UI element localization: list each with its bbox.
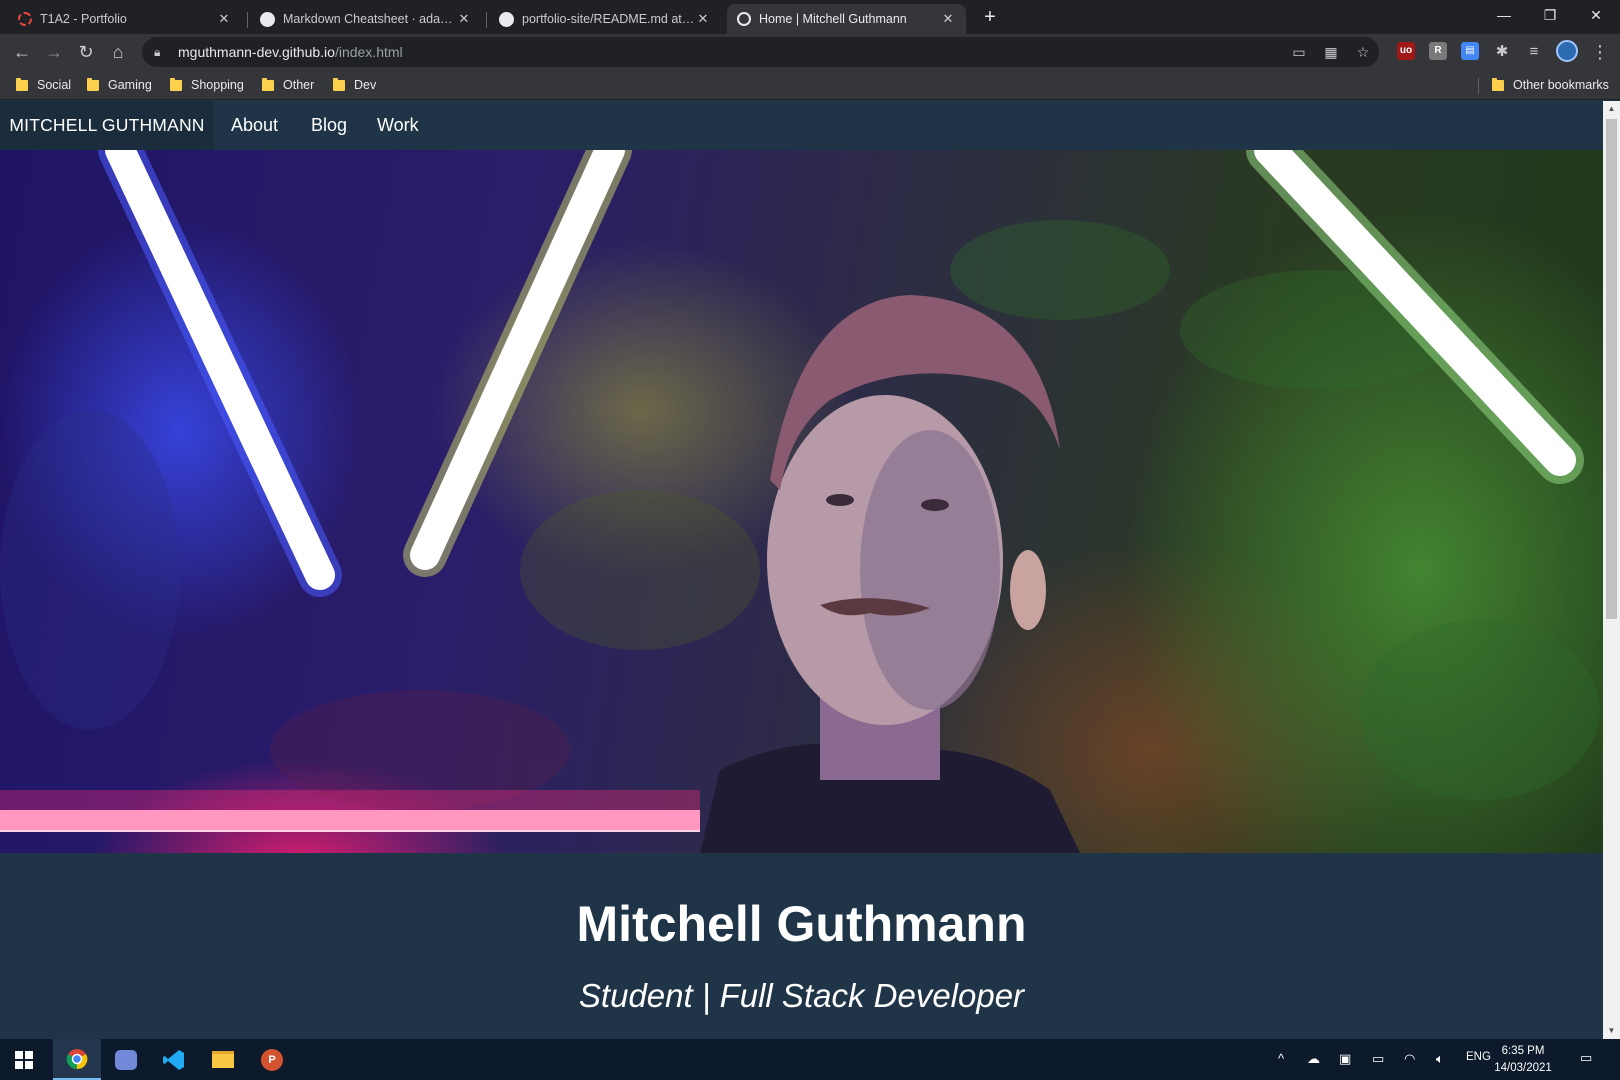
tab-t1a2-portfolio[interactable]: T1A2 - Portfolio ✕	[8, 4, 242, 34]
folder-icon	[16, 77, 28, 91]
tab-title: Home | Mitchell Guthmann	[759, 12, 907, 26]
url-host: mguthmann-dev.github.io	[178, 44, 335, 60]
tab-title: Markdown Cheatsheet · adam-p/	[283, 12, 456, 26]
extensions-puzzle-icon[interactable]: ✱	[1488, 40, 1516, 64]
window-close-button[interactable]: ✕	[1573, 0, 1619, 30]
nav-link-work[interactable]: Work	[377, 101, 419, 150]
powerpoint-icon[interactable]: P	[248, 1039, 296, 1080]
bookmarks-bar: Social Gaming Shopping Other Dev Other b…	[0, 70, 1620, 100]
browser-toolbar: ← → ↻ ⌂ 🔒︎ mguthmann-dev.github.io/index…	[0, 34, 1620, 70]
url-path: /index.html	[334, 44, 403, 60]
notification-center-icon[interactable]: ▭	[1580, 1050, 1592, 1066]
folder-icon	[333, 77, 345, 91]
scroll-thumb[interactable]	[1606, 119, 1617, 619]
reload-icon[interactable]: ↻	[72, 40, 100, 64]
folder-icon	[1492, 77, 1504, 91]
bookmark-folder-dev[interactable]: Dev	[333, 76, 376, 94]
bookmark-label: Other	[283, 78, 315, 92]
home-icon[interactable]: ⌂	[104, 40, 132, 64]
bookmark-label: Gaming	[108, 78, 152, 92]
bookmark-folder-shopping[interactable]: Shopping	[170, 76, 244, 94]
loading-spinner-icon	[18, 12, 32, 26]
tab-separator	[247, 12, 248, 28]
tab-readme[interactable]: portfolio-site/README.md at ma ✕	[489, 4, 721, 34]
scroll-down-arrow-icon[interactable]: ▼	[1603, 1023, 1620, 1039]
extension-icon[interactable]: R	[1429, 42, 1447, 60]
tab-separator	[486, 12, 487, 28]
page-subtitle: Student | Full Stack Developer	[578, 977, 1025, 1014]
chrome-icon[interactable]	[53, 1039, 101, 1080]
bookmark-label: Dev	[354, 78, 377, 92]
folder-icon	[170, 77, 182, 91]
back-arrow-icon[interactable]: ←	[8, 40, 36, 64]
intro-section: Mitchell Guthmann Student | Full Stack D…	[0, 853, 1603, 1039]
wifi-icon[interactable]: ◠	[1404, 1051, 1415, 1067]
minimize-button[interactable]: —	[1481, 0, 1527, 30]
tab-home-active[interactable]: Home | Mitchell Guthmann ✕	[727, 4, 966, 34]
nav-link-blog[interactable]: Blog	[311, 101, 347, 150]
system-clock[interactable]: 6:35 PM 14/03/2021	[1488, 1043, 1558, 1077]
color-picker-extension-icon[interactable]: ▤	[1461, 42, 1479, 60]
page-title: Mitchell Guthmann	[576, 896, 1027, 952]
bookmark-label: Shopping	[191, 78, 244, 92]
close-icon[interactable]: ✕	[695, 11, 711, 27]
tab-title: portfolio-site/README.md at ma	[522, 12, 695, 26]
tab-strip: T1A2 - Portfolio ✕ Markdown Cheatsheet ·…	[0, 0, 1620, 34]
folder-icon	[87, 77, 99, 91]
new-tab-button[interactable]: +	[976, 4, 1004, 32]
volume-icon[interactable]: 🔈︎	[1436, 1051, 1444, 1067]
restore-button[interactable]: ❐	[1527, 0, 1573, 30]
bookmark-label: Other bookmarks	[1513, 78, 1609, 92]
other-bookmarks-folder[interactable]: Other bookmarks	[1492, 76, 1609, 94]
bookmark-star-icon[interactable]: ☆	[1352, 43, 1374, 61]
tab-title: T1A2 - Portfolio	[40, 12, 127, 26]
nav-link-about[interactable]: About	[231, 101, 278, 150]
scroll-up-arrow-icon[interactable]: ▲	[1603, 101, 1620, 117]
hero-illustration	[0, 150, 1600, 853]
bookmark-folder-social[interactable]: Social	[16, 76, 71, 94]
bookmark-folder-other[interactable]: Other	[262, 76, 314, 94]
start-icon[interactable]	[0, 1039, 48, 1080]
file-explorer-icon[interactable]	[199, 1039, 247, 1080]
clock-time: 6:35 PM	[1501, 1045, 1545, 1057]
windows-taskbar: P ^ ☁ ▣ ▭ ◠ 🔈︎ ENG 6:35 PM 14/03/2021 ▭	[0, 1039, 1620, 1080]
site-navbar: MITCHELL GUTHMANN About Blog Work	[0, 101, 1603, 150]
bookmark-label: Social	[37, 78, 72, 92]
clock-date: 14/03/2021	[1494, 1062, 1552, 1074]
tab-markdown-cheatsheet[interactable]: Markdown Cheatsheet · adam-p/ ✕	[250, 4, 482, 34]
security-icon[interactable]: ▣	[1339, 1051, 1351, 1067]
close-icon[interactable]: ✕	[940, 11, 956, 27]
profile-avatar[interactable]	[1556, 40, 1578, 62]
bookmark-separator	[1478, 78, 1479, 94]
cast-icon[interactable]: ▭	[1288, 43, 1310, 61]
close-icon[interactable]: ✕	[216, 11, 232, 27]
vscode-icon[interactable]	[150, 1039, 198, 1080]
menu-kebab-icon[interactable]: ⋮	[1586, 40, 1614, 64]
hero-image	[0, 150, 1603, 853]
forward-arrow-icon[interactable]: →	[40, 40, 68, 64]
ublock-extension-icon[interactable]: uo	[1397, 42, 1415, 60]
battery-icon[interactable]: ▭	[1372, 1051, 1384, 1067]
chevron-up-icon[interactable]: ^	[1278, 1051, 1284, 1066]
globe-icon	[737, 12, 751, 26]
site-brand-link[interactable]: MITCHELL GUTHMANN	[0, 101, 214, 150]
folder-icon	[262, 77, 274, 91]
discord-icon[interactable]	[102, 1039, 150, 1080]
onedrive-cloud-icon[interactable]: ☁	[1307, 1051, 1320, 1067]
github-icon	[260, 11, 275, 27]
github-icon	[499, 11, 514, 27]
qr-code-icon[interactable]: ▦	[1320, 43, 1342, 61]
address-bar[interactable]: 🔒︎ mguthmann-dev.github.io/index.html ▭ …	[142, 37, 1379, 67]
media-control-icon[interactable]: ≡	[1520, 40, 1548, 64]
bookmark-folder-gaming[interactable]: Gaming	[87, 76, 152, 94]
lock-icon: 🔒︎	[154, 44, 161, 59]
page-scrollbar[interactable]: ▲ ▼	[1603, 101, 1620, 1039]
page-viewport: MITCHELL GUTHMANN About Blog Work Mitche…	[0, 101, 1603, 1039]
close-icon[interactable]: ✕	[456, 11, 472, 27]
